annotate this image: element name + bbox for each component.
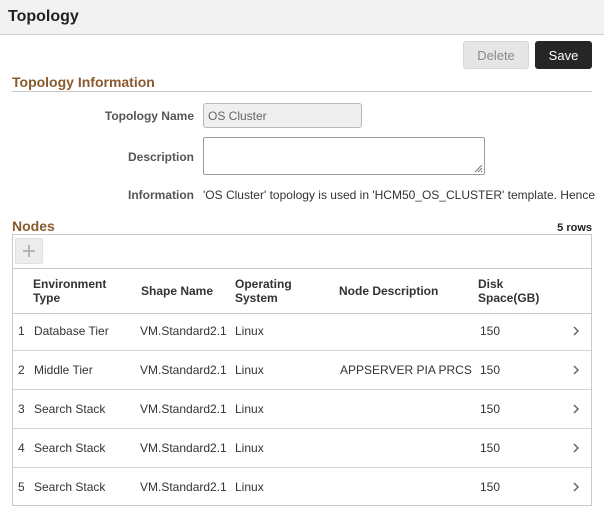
table-row[interactable]: 3 Search Stack VM.Standard2.1 Linux 150	[13, 390, 591, 429]
operating-system-cell: Linux	[235, 324, 264, 338]
table-row[interactable]: 1 Database Tier VM.Standard2.1 Linux 150	[13, 312, 591, 351]
delete-button[interactable]: Delete	[463, 41, 529, 69]
row-number: 2	[18, 363, 25, 377]
shape-name-cell: VM.Standard2.1	[140, 363, 227, 377]
col-node-description[interactable]: Node Description	[339, 284, 438, 298]
topology-name-field[interactable]: OS Cluster	[203, 103, 362, 128]
operating-system-cell: Linux	[235, 441, 264, 455]
row-number: 1	[18, 324, 25, 338]
disk-space-cell: 150	[480, 363, 501, 377]
description-field[interactable]	[203, 137, 485, 175]
page-title: Topology	[8, 8, 79, 25]
col-shape-name[interactable]: Shape Name	[141, 284, 213, 298]
operating-system-cell: Linux	[235, 402, 264, 416]
environment-type-cell: Database Tier	[34, 324, 109, 338]
chevron-right-icon[interactable]	[571, 481, 581, 493]
table-row[interactable]: 5 Search Stack VM.Standard2.1 Linux 150	[13, 468, 591, 506]
col-environment-type[interactable]: Environment Type	[33, 277, 128, 305]
environment-type-cell: Search Stack	[34, 480, 106, 494]
row-number: 5	[18, 480, 25, 494]
table-row[interactable]: 2 Middle Tier VM.Standard2.1 Linux APPSE…	[13, 351, 591, 390]
nodes-grid: Environment Type Shape Name Operating Sy…	[12, 234, 592, 506]
topology-information-title: Topology Information	[12, 74, 155, 90]
environment-type-cell: Search Stack	[34, 402, 106, 416]
section-divider	[12, 91, 592, 92]
save-button[interactable]: Save	[535, 41, 592, 69]
shape-name-cell: VM.Standard2.1	[140, 441, 227, 455]
col-operating-system[interactable]: Operating System	[235, 277, 315, 305]
topology-name-label: Topology Name	[104, 109, 194, 123]
page-header: Topology	[0, 0, 604, 35]
environment-type-cell: Search Stack	[34, 441, 106, 455]
disk-space-cell: 150	[480, 324, 501, 338]
shape-name-cell: VM.Standard2.1	[140, 480, 227, 494]
resize-grip-icon[interactable]	[473, 163, 483, 173]
nodes-title: Nodes	[12, 218, 55, 234]
disk-space-cell: 150	[480, 480, 501, 494]
col-disk-space[interactable]: Disk Space(GB)	[478, 277, 558, 305]
plus-icon	[23, 245, 35, 257]
table-row[interactable]: 4 Search Stack VM.Standard2.1 Linux 150	[13, 429, 591, 468]
shape-name-cell: VM.Standard2.1	[140, 402, 227, 416]
information-label: Information	[128, 188, 194, 202]
chevron-right-icon[interactable]	[571, 442, 581, 454]
add-row-button[interactable]	[15, 238, 43, 264]
chevron-right-icon[interactable]	[571, 364, 581, 376]
disk-space-cell: 150	[480, 402, 501, 416]
node-description-cell: APPSERVER PIA PRCS	[340, 363, 472, 377]
row-number: 3	[18, 402, 25, 416]
row-count: 5 rows	[557, 222, 592, 234]
row-number: 4	[18, 441, 25, 455]
description-label: Description	[127, 150, 194, 164]
environment-type-cell: Middle Tier	[34, 363, 93, 377]
shape-name-cell: VM.Standard2.1	[140, 324, 227, 338]
chevron-right-icon[interactable]	[571, 325, 581, 337]
operating-system-cell: Linux	[235, 363, 264, 377]
operating-system-cell: Linux	[235, 480, 264, 494]
information-text: 'OS Cluster' topology is used in 'HCM50_…	[203, 188, 595, 202]
disk-space-cell: 150	[480, 441, 501, 455]
grid-header: Environment Type Shape Name Operating Sy…	[13, 268, 591, 314]
chevron-right-icon[interactable]	[571, 403, 581, 415]
